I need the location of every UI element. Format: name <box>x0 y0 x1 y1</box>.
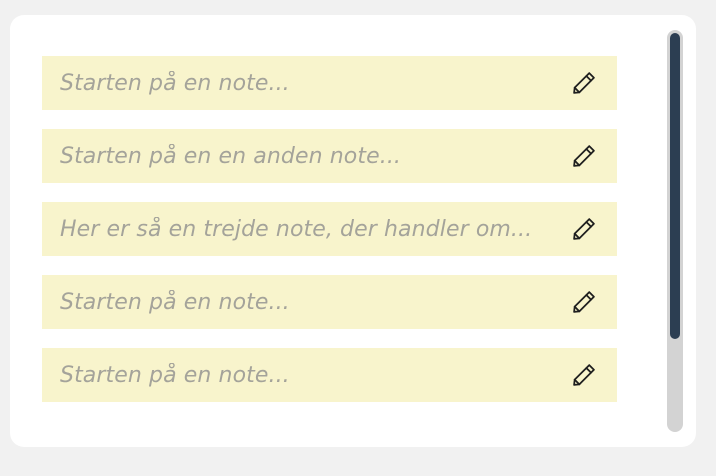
notes-panel: Starten på en note... Starten på en en a… <box>10 15 696 447</box>
note-item[interactable]: Starten på en note... <box>42 275 617 329</box>
edit-note-button[interactable] <box>569 287 599 317</box>
scrollbar-thumb[interactable] <box>670 33 680 339</box>
edit-note-button[interactable] <box>569 214 599 244</box>
note-text: Starten på en note... <box>60 70 290 96</box>
scrollbar-track[interactable] <box>667 30 683 432</box>
note-text: Starten på en note... <box>60 362 290 388</box>
edit-note-button[interactable] <box>569 360 599 390</box>
pencil-icon <box>573 364 595 386</box>
note-list: Starten på en note... Starten på en en a… <box>42 56 617 421</box>
note-item[interactable]: Her er så en trejde note, der handler om… <box>42 202 617 256</box>
pencil-icon <box>573 72 595 94</box>
pencil-icon <box>573 291 595 313</box>
note-text: Starten på en note... <box>60 289 290 315</box>
note-item[interactable]: Starten på en note... <box>42 56 617 110</box>
note-text: Her er så en trejde note, der handler om… <box>60 216 533 242</box>
note-text: Starten på en en anden note... <box>60 143 402 169</box>
edit-note-button[interactable] <box>569 141 599 171</box>
pencil-icon <box>573 145 595 167</box>
edit-note-button[interactable] <box>569 68 599 98</box>
note-item[interactable]: Starten på en en anden note... <box>42 129 617 183</box>
pencil-icon <box>573 218 595 240</box>
note-item[interactable]: Starten på en note... <box>42 348 617 402</box>
